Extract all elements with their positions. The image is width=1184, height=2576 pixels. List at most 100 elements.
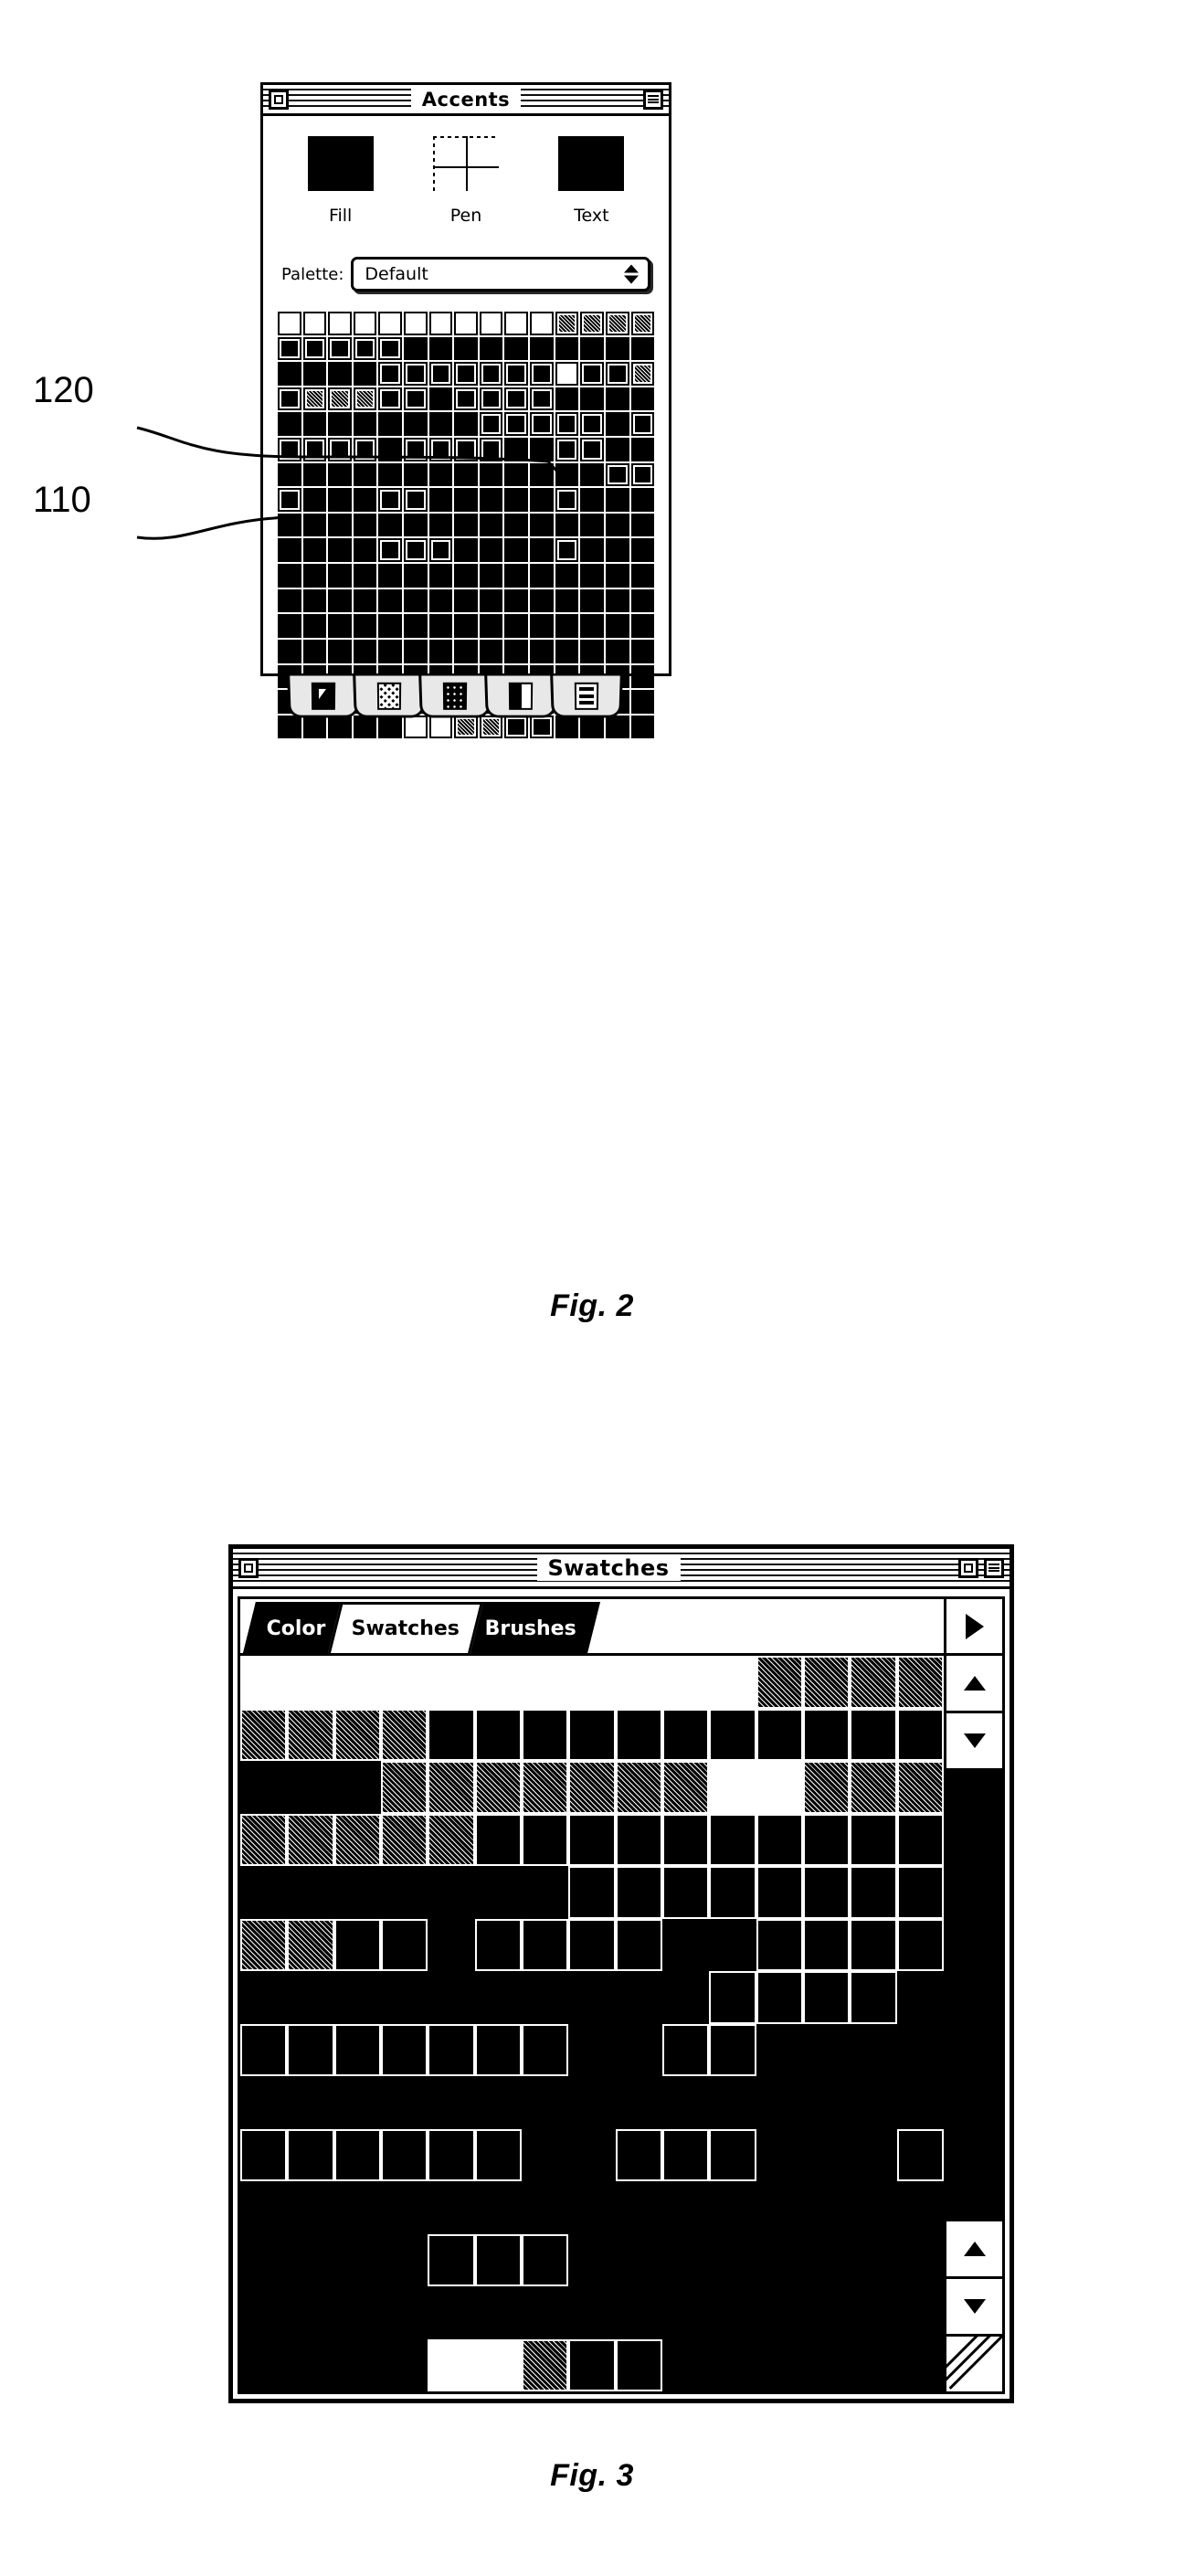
swatch-cell[interactable] <box>605 438 629 461</box>
swatch-cell[interactable] <box>287 2338 334 2391</box>
swatch-cell[interactable] <box>428 2233 475 2286</box>
swatch-cell[interactable] <box>328 588 352 613</box>
swatch-cell[interactable] <box>615 1866 662 1919</box>
swatch-cell[interactable] <box>568 1971 616 2024</box>
swatch-cell[interactable] <box>333 2181 381 2234</box>
pen-control[interactable]: Pen <box>411 136 521 226</box>
swatch-cell[interactable] <box>615 2338 662 2391</box>
swatch-cell[interactable] <box>850 1866 897 1919</box>
swatch-cell[interactable] <box>850 2233 897 2286</box>
swatch-cell[interactable] <box>302 513 327 537</box>
swatch-cell[interactable] <box>802 1866 851 1919</box>
swatch-cell[interactable] <box>428 1656 475 1709</box>
swatch-cell[interactable] <box>328 438 352 461</box>
swatch-cell[interactable] <box>568 2181 616 2234</box>
swatch-cell[interactable] <box>287 2023 334 2076</box>
swatch-cell[interactable] <box>240 1708 288 1761</box>
swatch-cell[interactable] <box>504 488 529 512</box>
window-menu-icon[interactable] <box>984 1557 1004 1578</box>
swatch-cell[interactable] <box>404 564 428 588</box>
swatch-cell[interactable] <box>521 1971 569 2024</box>
swatch-cell[interactable] <box>530 564 554 588</box>
swatch-cell[interactable] <box>428 1761 475 1814</box>
swatch-cell[interactable] <box>278 362 301 386</box>
swatch-cell[interactable] <box>278 462 301 487</box>
swatch-cell[interactable] <box>615 2076 662 2129</box>
swatch-cell[interactable] <box>302 362 327 386</box>
swatch-cell[interactable] <box>240 2023 288 2076</box>
swatch-cell[interactable] <box>404 412 428 437</box>
swatch-cell[interactable] <box>521 2076 569 2129</box>
swatch-cell[interactable] <box>287 2076 334 2129</box>
swatch-cell[interactable] <box>580 387 604 411</box>
swatch-cell[interactable] <box>580 362 604 386</box>
swatch-cell[interactable] <box>802 2233 851 2286</box>
swatch-cell[interactable] <box>287 1761 334 1814</box>
swatch-cell[interactable] <box>555 362 579 386</box>
close-icon[interactable] <box>269 89 289 110</box>
swatch-cell[interactable] <box>661 2076 710 2129</box>
swatch-cell[interactable] <box>404 438 428 461</box>
swatch-cell[interactable] <box>756 1918 803 1971</box>
swatch-cell[interactable] <box>802 2023 851 2076</box>
tab-lines-list[interactable] <box>550 675 623 718</box>
swatch-cell[interactable] <box>896 1708 944 1761</box>
swatch-cell[interactable] <box>428 513 453 537</box>
swatch-cell[interactable] <box>287 1918 334 1971</box>
swatch-cell[interactable] <box>353 639 377 663</box>
swatch-cell[interactable] <box>630 538 655 563</box>
swatch-cell[interactable] <box>474 1918 522 1971</box>
swatch-cell[interactable] <box>428 614 453 638</box>
swatch-cell[interactable] <box>378 362 403 386</box>
swatch-cell[interactable] <box>404 513 428 537</box>
swatch-cell[interactable] <box>378 312 403 335</box>
swatch-cell[interactable] <box>302 488 327 512</box>
swatch-cell[interactable] <box>555 564 579 588</box>
swatch-cell[interactable] <box>661 2181 710 2234</box>
swatch-cell[interactable] <box>454 412 478 437</box>
swatch-cell[interactable] <box>530 588 554 613</box>
swatch-cell[interactable] <box>428 2338 475 2391</box>
swatch-cell[interactable] <box>605 614 629 638</box>
swatch-cell[interactable] <box>661 1971 710 2024</box>
tab-dot-pattern[interactable] <box>418 675 492 718</box>
swatch-cell[interactable] <box>756 2076 803 2129</box>
swatch-cell[interactable] <box>454 538 478 563</box>
swatch-cell[interactable] <box>568 1866 616 1919</box>
swatch-cell[interactable] <box>454 588 478 613</box>
swatch-cell[interactable] <box>474 1761 522 1814</box>
swatch-cell[interactable] <box>580 513 604 537</box>
swatch-cell[interactable] <box>454 387 478 411</box>
swatch-cell[interactable] <box>353 312 377 335</box>
swatch-cell[interactable] <box>328 412 352 437</box>
swatch-cell[interactable] <box>555 387 579 411</box>
swatch-cell[interactable] <box>630 488 655 512</box>
swatch-cell[interactable] <box>530 312 554 335</box>
swatch-cell[interactable] <box>428 2076 475 2129</box>
swatch-cell[interactable] <box>615 1708 662 1761</box>
swatch-cell[interactable] <box>802 2076 851 2129</box>
text-swatch-icon[interactable] <box>558 136 625 191</box>
swatch-cell[interactable] <box>802 2286 851 2339</box>
swatch-cell[interactable] <box>850 1918 897 1971</box>
swatch-cell[interactable] <box>353 412 377 437</box>
swatch-cell[interactable] <box>479 462 503 487</box>
swatch-cell[interactable] <box>580 538 604 563</box>
swatch-cell[interactable] <box>896 2286 944 2339</box>
swatch-cell[interactable] <box>428 2181 475 2234</box>
swatch-cell[interactable] <box>530 362 554 386</box>
swatch-cell[interactable] <box>850 1813 897 1866</box>
swatch-cell[interactable] <box>240 2338 288 2391</box>
swatch-cell[interactable] <box>240 1971 288 2024</box>
swatch-cell[interactable] <box>615 2023 662 2076</box>
swatch-cell[interactable] <box>474 1708 522 1761</box>
swatch-cell[interactable] <box>428 1708 475 1761</box>
swatch-cell[interactable] <box>896 2128 944 2181</box>
swatch-cell[interactable] <box>474 1866 522 1919</box>
swatch-cell[interactable] <box>302 564 327 588</box>
swatch-cell[interactable] <box>240 1761 288 1814</box>
swatch-cell[interactable] <box>530 336 554 361</box>
swatch-cell[interactable] <box>530 438 554 461</box>
swatch-cell[interactable] <box>615 2233 662 2286</box>
swatch-cell[interactable] <box>661 1918 710 1971</box>
